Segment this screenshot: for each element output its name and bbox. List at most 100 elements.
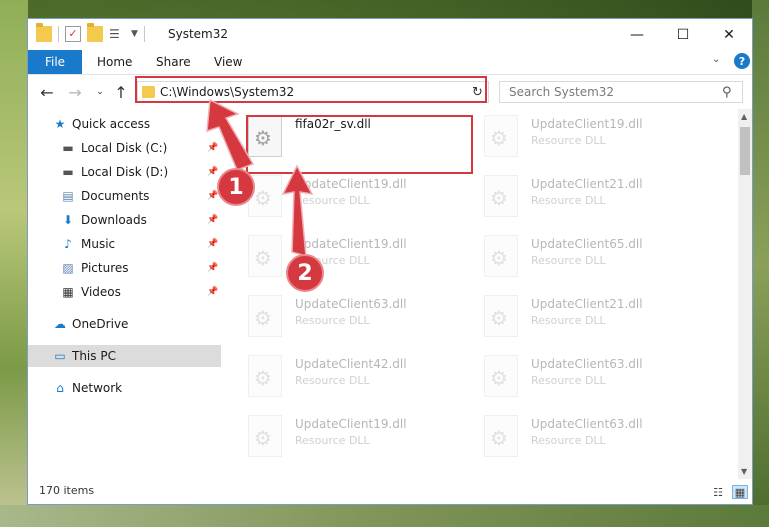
file-name: UpdateClient42.dll <box>295 357 407 371</box>
sidebar-item-local-disk-c[interactable]: ▬ Local Disk (C:) 📌 <box>28 137 221 159</box>
search-input[interactable]: Search System32 ⚲ <box>499 81 743 103</box>
file-item[interactable]: UpdateClient19.dll Resource DLL <box>221 229 457 285</box>
file-item[interactable]: UpdateClient65.dll Resource DLL <box>457 229 693 285</box>
large-icons-view-icon[interactable]: ▦ <box>732 485 748 499</box>
sidebar-item-label: Quick access <box>72 117 151 131</box>
sidebar-item-label: Pictures <box>81 261 129 275</box>
recent-locations-icon[interactable]: ⌄ <box>90 82 110 102</box>
details-view-icon[interactable]: ☷ <box>710 485 726 499</box>
dll-file-icon <box>484 175 518 217</box>
sidebar-item-downloads[interactable]: ⬇ Downloads 📌 <box>28 209 221 231</box>
window-title: System32 <box>168 27 229 41</box>
pin-icon[interactable]: 📌 <box>207 287 218 297</box>
file-item[interactable]: UpdateClient63.dll Resource DLL <box>457 409 693 465</box>
file-type: Resource DLL <box>295 374 370 387</box>
file-name: UpdateClient63.dll <box>295 297 407 311</box>
pin-icon[interactable]: 📌 <box>207 263 218 273</box>
folder-icon <box>142 86 155 98</box>
file-type: Resource DLL <box>531 194 606 207</box>
sidebar-item-this-pc[interactable]: ▭ This PC <box>28 345 221 367</box>
navigation-bar: ← → ⌄ ↑ C:\Windows\System32 ⌄ ↻ Search S… <box>28 75 752 109</box>
dll-file-icon <box>484 295 518 337</box>
search-placeholder: Search System32 <box>509 85 615 99</box>
file-item[interactable]: UpdateClient63.dll Resource DLL <box>221 289 457 345</box>
back-arrow-icon[interactable]: ← <box>37 82 57 102</box>
scroll-down-icon[interactable]: ▼ <box>741 467 747 476</box>
scroll-up-icon[interactable]: ▲ <box>741 112 747 121</box>
file-name: UpdateClient19.dll <box>295 417 407 431</box>
properties-icon[interactable]: ✓ <box>65 26 81 42</box>
pin-icon[interactable]: 📌 <box>207 143 218 153</box>
file-name: UpdateClient19.dll <box>295 177 407 191</box>
dll-file-icon <box>248 235 282 277</box>
star-icon: ★ <box>54 117 66 131</box>
sidebar-item-network[interactable]: ⌂ Network <box>28 377 221 399</box>
file-type: Resource DLL <box>295 194 370 207</box>
file-explorer-window: ✓ ☰ ▼ System32 — ☐ ✕ File Home Share Vie… <box>27 18 753 505</box>
drive-icon: ▬ <box>62 165 74 179</box>
step-badge-1: 1 <box>217 168 255 206</box>
file-item[interactable]: UpdateClient21.dll Resource DLL <box>457 289 693 345</box>
file-item[interactable]: UpdateClient19.dll Resource DLL <box>457 109 693 165</box>
file-item[interactable]: UpdateClient21.dll Resource DLL <box>457 169 693 225</box>
music-icon: ♪ <box>64 237 72 251</box>
sidebar-item-videos[interactable]: ▦ Videos 📌 <box>28 281 221 303</box>
sidebar-item-label: Local Disk (D:) <box>81 165 169 179</box>
new-folder-icon[interactable] <box>87 23 103 42</box>
sidebar-item-label: Documents <box>81 189 150 203</box>
file-type: Resource DLL <box>531 374 606 387</box>
file-item[interactable]: UpdateClient42.dll Resource DLL <box>221 349 457 405</box>
pin-icon[interactable]: 📌 <box>207 191 218 201</box>
dll-file-icon <box>248 295 282 337</box>
desktop-wallpaper-left <box>0 0 28 527</box>
sidebar-item-quick-access[interactable]: ★ Quick access <box>28 113 221 135</box>
file-type: Resource DLL <box>295 314 370 327</box>
address-path[interactable]: C:\Windows\System32 <box>160 85 294 99</box>
scrollbar-thumb[interactable] <box>740 127 750 175</box>
customize-view-icon[interactable]: ☰ <box>109 26 125 42</box>
network-icon: ⌂ <box>56 381 64 395</box>
tab-view[interactable]: View <box>214 50 242 74</box>
pin-icon[interactable]: 📌 <box>207 167 218 177</box>
file-item[interactable]: UpdateClient19.dll Resource DLL <box>221 169 457 225</box>
file-item[interactable]: UpdateClient63.dll Resource DLL <box>457 349 693 405</box>
file-list: fifa02r_sv.dll UpdateClient19.dll Resour… <box>221 109 738 479</box>
help-icon[interactable]: ? <box>734 53 750 69</box>
file-name: UpdateClient63.dll <box>531 417 643 431</box>
file-type: Resource DLL <box>531 254 606 267</box>
tab-home[interactable]: Home <box>97 50 132 74</box>
sidebar-item-pictures[interactable]: ▨ Pictures 📌 <box>28 257 221 279</box>
videos-icon: ▦ <box>62 285 74 299</box>
computer-icon: ▭ <box>54 349 66 363</box>
sidebar-item-music[interactable]: ♪ Music 📌 <box>28 233 221 255</box>
pin-icon[interactable]: 📌 <box>207 239 218 249</box>
forward-arrow-icon[interactable]: → <box>65 82 85 102</box>
refresh-button[interactable]: ↻ <box>467 81 489 103</box>
expand-ribbon-icon[interactable]: ⌄ <box>712 54 720 65</box>
maximize-button[interactable]: ☐ <box>660 19 706 50</box>
minimize-button[interactable]: — <box>614 19 660 50</box>
download-icon: ⬇ <box>62 213 74 227</box>
ribbon-tabs: File Home Share View ⌄ ? <box>28 50 752 75</box>
tab-file[interactable]: File <box>28 50 82 74</box>
sidebar-item-label: Downloads <box>81 213 147 227</box>
file-name: fifa02r_sv.dll <box>295 117 371 131</box>
navigation-pane: ★ Quick access ▬ Local Disk (C:) 📌 ▬ Loc… <box>28 109 221 479</box>
drive-icon: ▬ <box>62 141 74 155</box>
sidebar-item-local-disk-d[interactable]: ▬ Local Disk (D:) 📌 <box>28 161 221 183</box>
file-item[interactable]: fifa02r_sv.dll <box>221 109 457 165</box>
up-arrow-icon[interactable]: ↑ <box>111 82 131 102</box>
dll-file-icon <box>248 415 282 457</box>
file-type: Resource DLL <box>531 434 606 447</box>
vertical-scrollbar[interactable]: ▲ ▼ <box>738 109 752 479</box>
file-name: UpdateClient21.dll <box>531 297 643 311</box>
file-item[interactable]: UpdateClient19.dll Resource DLL <box>221 409 457 465</box>
sidebar-item-onedrive[interactable]: ☁ OneDrive <box>28 313 221 335</box>
close-button[interactable]: ✕ <box>706 19 752 50</box>
search-icon[interactable]: ⚲ <box>722 85 732 100</box>
pin-icon[interactable]: 📌 <box>207 215 218 225</box>
tab-share[interactable]: Share <box>156 50 191 74</box>
chevron-down-icon[interactable]: ▼ <box>131 29 138 39</box>
address-bar[interactable]: C:\Windows\System32 ⌄ <box>137 81 487 103</box>
sidebar-item-documents[interactable]: ▤ Documents 📌 <box>28 185 221 207</box>
